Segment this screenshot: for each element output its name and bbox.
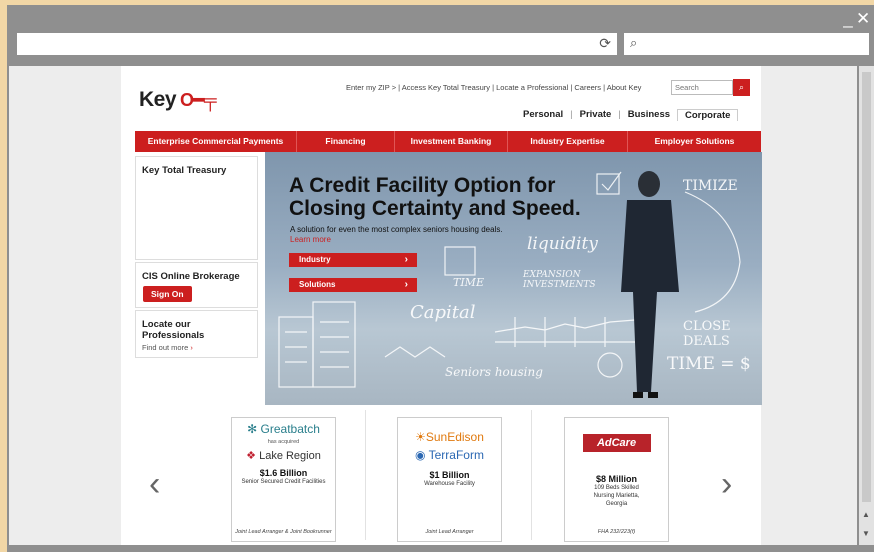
vertical-scrollbar[interactable]: ▲ ▼ bbox=[859, 66, 874, 545]
cis-box: CIS Online Brokerage Sign On bbox=[135, 262, 258, 308]
greatbatch-logo: ✻ Greatbatch bbox=[232, 422, 335, 436]
deal-amount: $8 Million bbox=[595, 474, 637, 484]
sketch-time: TIME bbox=[453, 276, 484, 289]
sketch-time-money: TIME = $ bbox=[667, 354, 751, 374]
deal-foot: Joint Lead Arranger bbox=[425, 529, 474, 535]
scroll-up-icon[interactable]: ▲ bbox=[862, 510, 870, 519]
globe-icon: ◉ bbox=[415, 448, 426, 462]
minimize-button[interactable]: _ bbox=[842, 9, 856, 29]
deals-carousel: ‹ › ✻ Greatbatch has acquired ❖ Lake Reg… bbox=[121, 405, 761, 545]
sun-icon: ☀ bbox=[415, 430, 426, 444]
deal-card-sunedison[interactable]: ☀SunEdison ◉ TerraForm $1 Billion Wareho… bbox=[397, 417, 502, 542]
sketch-expansion: EXPANSION INVESTMENTS bbox=[523, 270, 596, 290]
sketch-capital: Capital bbox=[410, 302, 476, 323]
sketch-seniors-housing: Seniors housing bbox=[445, 365, 543, 379]
browser-search-input[interactable]: ⌕ bbox=[624, 33, 869, 55]
cis-title: CIS Online Brokerage bbox=[142, 271, 240, 282]
search-icon: ⌕ bbox=[630, 35, 638, 50]
main-nav: Enterprise Commercial Payments Financing… bbox=[135, 131, 761, 152]
page-viewport: Key O━╤ Enter my ZIP > | Access Key Total… bbox=[9, 66, 857, 545]
hero-title: A Credit Facility Option for Closing Cer… bbox=[289, 174, 581, 220]
reload-icon[interactable]: ⟳ bbox=[599, 35, 611, 52]
hero-subtitle: A solution for even the most complex sen… bbox=[290, 225, 503, 234]
divider bbox=[531, 410, 532, 540]
tab-corporate[interactable]: Corporate bbox=[677, 109, 739, 121]
deal-amount: $1 Billion bbox=[429, 470, 470, 480]
deal-small: has acquired bbox=[267, 439, 300, 445]
key-page: Key O━╤ Enter my ZIP > | Access Key Total… bbox=[121, 66, 762, 545]
sketch-close-deals: CLOSE DEALS bbox=[683, 319, 731, 349]
sidebar: Key Total Treasury CIS Online Brokerage … bbox=[135, 152, 259, 405]
key-logo[interactable]: Key O━╤ bbox=[139, 88, 217, 112]
chevron-right-icon: › bbox=[404, 279, 408, 290]
deal-desc: 109 Beds Skilled Nursing Marietta, Georg… bbox=[593, 485, 640, 507]
utility-links[interactable]: Enter my ZIP > | Access Key Total Treasu… bbox=[346, 83, 641, 92]
nav-enterprise-commercial-payments[interactable]: Enterprise Commercial Payments bbox=[135, 131, 297, 152]
solutions-label: Solutions bbox=[299, 280, 336, 289]
lake-region-icon: ❖ bbox=[246, 450, 257, 462]
scroll-down-icon[interactable]: ▼ bbox=[862, 529, 870, 538]
find-out-more-link[interactable]: Find out more › bbox=[142, 343, 193, 352]
chevron-right-icon: › bbox=[404, 254, 408, 265]
lake-region-logo: ❖ Lake Region bbox=[232, 449, 335, 462]
sunedison-logo: ☀SunEdison bbox=[398, 430, 501, 444]
key-icon: O━╤ bbox=[180, 90, 217, 110]
nav-industry-expertise[interactable]: Industry Expertise bbox=[508, 131, 628, 152]
find-out-text: Find out more bbox=[142, 343, 189, 352]
deal-amount: $1.6 Billion bbox=[259, 468, 308, 478]
address-bar[interactable]: ⟳ bbox=[17, 33, 617, 55]
adcare-logo: AdCare bbox=[582, 434, 651, 452]
nav-employer-solutions[interactable]: Employer Solutions bbox=[628, 131, 761, 152]
site-search-input[interactable] bbox=[671, 80, 733, 95]
deal-desc: Warehouse Facility bbox=[424, 481, 475, 487]
solutions-button[interactable]: Solutions › bbox=[289, 278, 417, 292]
terraform-logo: ◉ TerraForm bbox=[398, 448, 501, 462]
ktt-title[interactable]: Key Total Treasury bbox=[142, 165, 257, 176]
browser-window: _✕ ⟳ ⌕ Key O━╤ Enter my ZIP > | Access Ke… bbox=[7, 5, 874, 552]
deal-logo1: Greatbatch bbox=[260, 422, 320, 436]
tab-personal[interactable]: Personal bbox=[516, 109, 570, 121]
tab-business[interactable]: Business bbox=[621, 109, 677, 121]
window-controls: _✕ bbox=[842, 9, 870, 29]
deal-foot: FHA 232/223(f) bbox=[597, 529, 636, 535]
sketch-liquidity: liquidity bbox=[527, 234, 598, 254]
deal-logo2: TerraForm bbox=[428, 448, 484, 462]
sign-on-button[interactable]: Sign On bbox=[143, 286, 192, 302]
close-button[interactable]: ✕ bbox=[856, 9, 870, 29]
tab-private[interactable]: Private bbox=[573, 109, 619, 121]
deal-logo2: Lake Region bbox=[259, 450, 321, 462]
logo-text: Key bbox=[139, 88, 177, 111]
learn-more-link[interactable]: Learn more bbox=[290, 235, 331, 244]
site-search-button[interactable]: ⌕ bbox=[733, 79, 750, 96]
locate-title: Locate our Professionals bbox=[142, 319, 205, 341]
divider bbox=[365, 410, 366, 540]
deal-foot: Joint Lead Arranger & Joint Bookrunner bbox=[235, 529, 332, 535]
arrow-icon: › bbox=[190, 343, 193, 352]
industry-label: Industry bbox=[299, 255, 331, 264]
sketch-timize: TIMIZE bbox=[683, 178, 738, 194]
industry-button[interactable]: Industry › bbox=[289, 253, 417, 267]
nav-financing[interactable]: Financing bbox=[297, 131, 395, 152]
chevron-left-icon[interactable]: ‹ bbox=[149, 465, 160, 504]
segment-tabs: Personal | Private | Business Corporate bbox=[516, 109, 739, 121]
hero-banner: A Credit Facility Option for Closing Cer… bbox=[265, 152, 762, 405]
ktt-box[interactable]: Key Total Treasury bbox=[135, 156, 258, 260]
deal-logo1: SunEdison bbox=[425, 430, 484, 444]
scrollbar-thumb[interactable] bbox=[862, 72, 871, 502]
locate-box: Locate our Professionals Find out more › bbox=[135, 310, 258, 358]
deal-card-greatbatch[interactable]: ✻ Greatbatch has acquired ❖ Lake Region … bbox=[231, 417, 336, 542]
deal-desc: Senior Secured Credit Facilities bbox=[241, 479, 326, 485]
nav-investment-banking[interactable]: Investment Banking bbox=[395, 131, 508, 152]
deal-card-adcare[interactable]: AdCare $8 Million 109 Beds Skilled Nursi… bbox=[564, 417, 669, 542]
greatbatch-icon: ✻ bbox=[247, 422, 258, 436]
chevron-right-icon[interactable]: › bbox=[721, 465, 732, 504]
